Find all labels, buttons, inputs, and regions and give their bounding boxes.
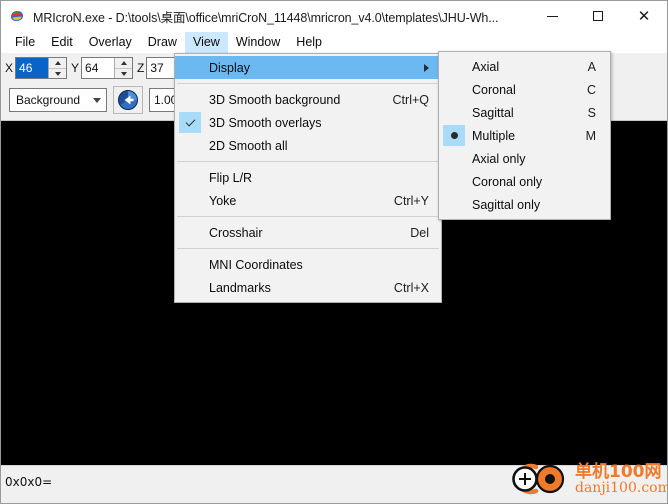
submenu-item-axial-label: Axial bbox=[472, 59, 500, 74]
submenu-item-sagittal-label: Sagittal bbox=[472, 105, 514, 120]
menu-item-landmarks-label: Landmarks bbox=[209, 280, 271, 295]
triangle-down-icon bbox=[120, 71, 127, 76]
menu-item-display-label: Display bbox=[209, 60, 250, 75]
submenu-item-coronal-label: Coronal bbox=[472, 82, 516, 97]
x-coordinate-input[interactable] bbox=[16, 58, 49, 78]
x-coordinate-stepper[interactable] bbox=[15, 57, 68, 79]
view-menu-popup[interactable]: Display 3D Smooth background Ctrl+Q 3D S… bbox=[174, 53, 442, 303]
submenu-item-axial-only-label: Axial only bbox=[472, 151, 526, 166]
menu-item-yoke[interactable]: Yoke Ctrl+Y bbox=[175, 189, 441, 212]
y-spin-buttons[interactable] bbox=[114, 58, 133, 78]
submenu-item-multiple[interactable]: Multiple M bbox=[439, 124, 610, 147]
submenu-item-coronal-only-label: Coronal only bbox=[472, 174, 543, 189]
menu-item-mni-coordinates-label: MNI Coordinates bbox=[209, 257, 303, 272]
display-submenu-popup[interactable]: Axial A Coronal C Sagittal S Multiple M … bbox=[438, 51, 611, 220]
minimize-icon bbox=[546, 15, 558, 17]
mricron-window: MRIcroN.exe - D:\tools\桌面\office\mriCroN… bbox=[0, 0, 668, 504]
globe-arrow-icon bbox=[118, 90, 138, 110]
x-axis-label: X bbox=[5, 61, 14, 75]
submenu-item-sagittal[interactable]: Sagittal S bbox=[439, 101, 610, 124]
status-text: 0x0x0= bbox=[5, 474, 53, 489]
menu-separator bbox=[177, 83, 439, 84]
submenu-item-coronal[interactable]: Coronal C bbox=[439, 78, 610, 101]
menubar-item-view[interactable]: View bbox=[184, 31, 228, 53]
chevron-right-icon bbox=[424, 63, 429, 72]
menu-item-crosshair[interactable]: Crosshair Del bbox=[175, 221, 441, 244]
menu-item-landmarks-accel: Ctrl+X bbox=[393, 280, 429, 295]
menubar-item-draw[interactable]: Draw bbox=[140, 32, 185, 53]
close-icon: ✕ bbox=[637, 7, 651, 25]
title-bar: MRIcroN.exe - D:\tools\桌面\office\mriCroN… bbox=[1, 1, 667, 31]
x-spin-down-button[interactable] bbox=[49, 68, 67, 78]
y-coordinate-stepper[interactable] bbox=[81, 57, 134, 79]
menubar-item-file[interactable]: File bbox=[7, 32, 43, 53]
menu-separator bbox=[177, 248, 439, 249]
chevron-down-icon bbox=[93, 97, 101, 103]
close-button[interactable]: ✕ bbox=[621, 1, 667, 31]
menu-item-yoke-accel: Ctrl+Y bbox=[393, 193, 429, 208]
triangle-down-icon bbox=[54, 71, 61, 76]
minimize-button[interactable] bbox=[529, 1, 575, 31]
brain-icon bbox=[9, 8, 25, 24]
menu-item-3d-smooth-background-accel: Ctrl+Q bbox=[392, 92, 429, 107]
triangle-up-icon bbox=[120, 61, 127, 65]
check-icon bbox=[185, 116, 195, 126]
status-bar: 0x0x0= bbox=[1, 465, 667, 503]
menubar-item-window[interactable]: Window bbox=[228, 32, 288, 53]
menu-item-crosshair-accel: Del bbox=[410, 225, 429, 240]
triangle-up-icon bbox=[54, 61, 61, 65]
submenu-item-axial-accel: A bbox=[587, 59, 596, 74]
maximize-icon bbox=[593, 11, 603, 21]
coordinate-row: X Y Z bbox=[1, 55, 199, 81]
y-spin-down-button[interactable] bbox=[115, 68, 133, 78]
submenu-item-coronal-only[interactable]: Coronal only bbox=[439, 170, 610, 193]
menubar-item-edit[interactable]: Edit bbox=[43, 32, 81, 53]
submenu-item-sagittal-only[interactable]: Sagittal only bbox=[439, 193, 610, 216]
canvas-right-edge bbox=[653, 121, 667, 465]
menu-item-yoke-label: Yoke bbox=[209, 193, 237, 208]
window-controls: ✕ bbox=[529, 1, 667, 31]
z-axis-label: Z bbox=[137, 61, 145, 75]
y-coordinate-input[interactable] bbox=[82, 58, 115, 78]
menu-item-3d-smooth-background[interactable]: 3D Smooth background Ctrl+Q bbox=[175, 88, 441, 111]
submenu-item-multiple-label: Multiple bbox=[472, 128, 516, 143]
x-spin-buttons[interactable] bbox=[48, 58, 67, 78]
submenu-item-sagittal-only-label: Sagittal only bbox=[472, 197, 541, 212]
submenu-item-axial[interactable]: Axial A bbox=[439, 55, 610, 78]
layer-select[interactable]: Background bbox=[9, 88, 107, 112]
menu-separator bbox=[177, 216, 439, 217]
submenu-item-axial-only[interactable]: Axial only bbox=[439, 147, 610, 170]
menu-item-display[interactable]: Display bbox=[175, 56, 441, 79]
menu-item-3d-smooth-overlays[interactable]: 3D Smooth overlays bbox=[175, 111, 441, 134]
menu-item-3d-smooth-overlays-label: 3D Smooth overlays bbox=[209, 115, 322, 130]
maximize-button[interactable] bbox=[575, 1, 621, 31]
menubar-item-help[interactable]: Help bbox=[288, 32, 330, 53]
window-title: MRIcroN.exe - D:\tools\桌面\office\mriCroN… bbox=[33, 10, 499, 25]
menu-item-flip-lr-label: Flip L/R bbox=[209, 170, 253, 185]
submenu-item-multiple-accel: M bbox=[585, 128, 596, 143]
menu-item-crosshair-label: Crosshair bbox=[209, 225, 263, 240]
menu-item-flip-lr[interactable]: Flip L/R bbox=[175, 166, 441, 189]
submenu-item-sagittal-accel: S bbox=[587, 105, 596, 120]
selected-indicator bbox=[443, 125, 465, 146]
menubar-item-overlay[interactable]: Overlay bbox=[81, 32, 140, 53]
submenu-item-coronal-accel: C bbox=[586, 82, 596, 97]
y-axis-label: Y bbox=[71, 61, 80, 75]
menu-item-landmarks[interactable]: Landmarks Ctrl+X bbox=[175, 276, 441, 299]
menu-item-mni-coordinates[interactable]: MNI Coordinates bbox=[175, 253, 441, 276]
y-spin-up-button[interactable] bbox=[115, 58, 133, 68]
x-spin-up-button[interactable] bbox=[49, 58, 67, 68]
menu-item-2d-smooth-all-label: 2D Smooth all bbox=[209, 138, 288, 153]
menu-bar: File Edit Overlay Draw View Window Help bbox=[1, 31, 667, 53]
menu-item-3d-smooth-background-label: 3D Smooth background bbox=[209, 92, 341, 107]
checked-indicator bbox=[179, 112, 201, 133]
globe-arrow-button[interactable] bbox=[113, 86, 143, 114]
menu-separator bbox=[177, 161, 439, 162]
menu-item-2d-smooth-all[interactable]: 2D Smooth all bbox=[175, 134, 441, 157]
layer-select-value: Background bbox=[16, 93, 81, 107]
radio-dot-icon bbox=[450, 132, 458, 139]
